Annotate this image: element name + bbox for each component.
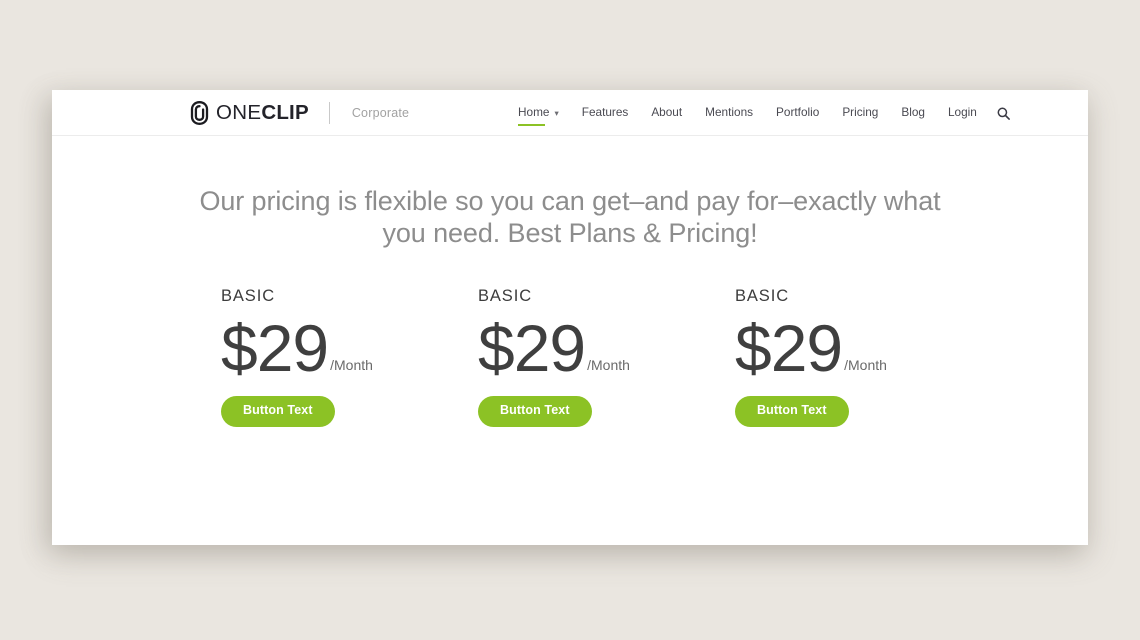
nav-item-portfolio[interactable]: Portfolio [776,106,819,120]
plan-title: BASIC [221,287,276,305]
plan-title: BASIC [735,287,790,305]
nav-item-blog[interactable]: Blog [901,106,925,120]
brand-logo[interactable]: ONECLIP Corporate [190,90,409,136]
plan-cta-button[interactable]: Button Text [735,395,849,427]
brand-name-bold: CLIP [261,100,309,124]
plan-period: /Month [587,356,630,373]
nav-item-login[interactable]: Login [948,106,977,120]
pricing-card: BASIC $29 /Month Button Text [735,288,992,427]
plan-price: $29 [478,310,586,385]
nav-item-home-label: Home [518,104,550,119]
pricing-plans-row: BASIC $29 /Month Button Text BASIC $29 /… [221,288,1021,427]
nav-item-about[interactable]: About [651,106,682,120]
plan-cta-button[interactable]: Button Text [478,395,592,427]
brand-tagline: Corporate [351,106,410,120]
main-navigation: Home ▾ Features About Mentions Portfolio … [518,90,1010,136]
nav-item-pricing[interactable]: Pricing [842,106,878,120]
nav-item-features[interactable]: Features [582,106,629,120]
brand-name-light: ONE [216,100,262,124]
plan-price-line: $29 /Month [221,310,478,385]
plan-price-line: $29 /Month [735,310,992,385]
plan-cta-button[interactable]: Button Text [221,395,335,427]
chevron-down-icon: ▾ [554,108,559,119]
page-headline: Our pricing is flexible so you can get–a… [199,186,941,248]
plan-period: /Month [330,356,373,373]
search-button[interactable] [997,107,1010,120]
nav-item-mentions[interactable]: Mentions [705,106,753,120]
screenshot-canvas: ONECLIP Corporate Home ▾ Features About M… [0,0,1140,640]
plan-price: $29 [735,310,843,385]
brand-divider [328,102,330,124]
site-header: ONECLIP Corporate Home ▾ Features About M… [52,90,1088,136]
plan-price-line: $29 /Month [478,310,735,385]
website-page-panel: ONECLIP Corporate Home ▾ Features About M… [52,90,1088,545]
pricing-card: BASIC $29 /Month Button Text [221,288,478,427]
nav-item-home[interactable]: Home ▾ [518,104,559,127]
pricing-card: BASIC $29 /Month Button Text [478,288,735,427]
search-icon [997,107,1010,120]
plan-title: BASIC [478,287,533,305]
brand-wordmark: ONECLIP [216,100,309,124]
paperclip-icon [190,101,209,125]
plan-price: $29 [221,310,329,385]
plan-period: /Month [844,356,887,373]
